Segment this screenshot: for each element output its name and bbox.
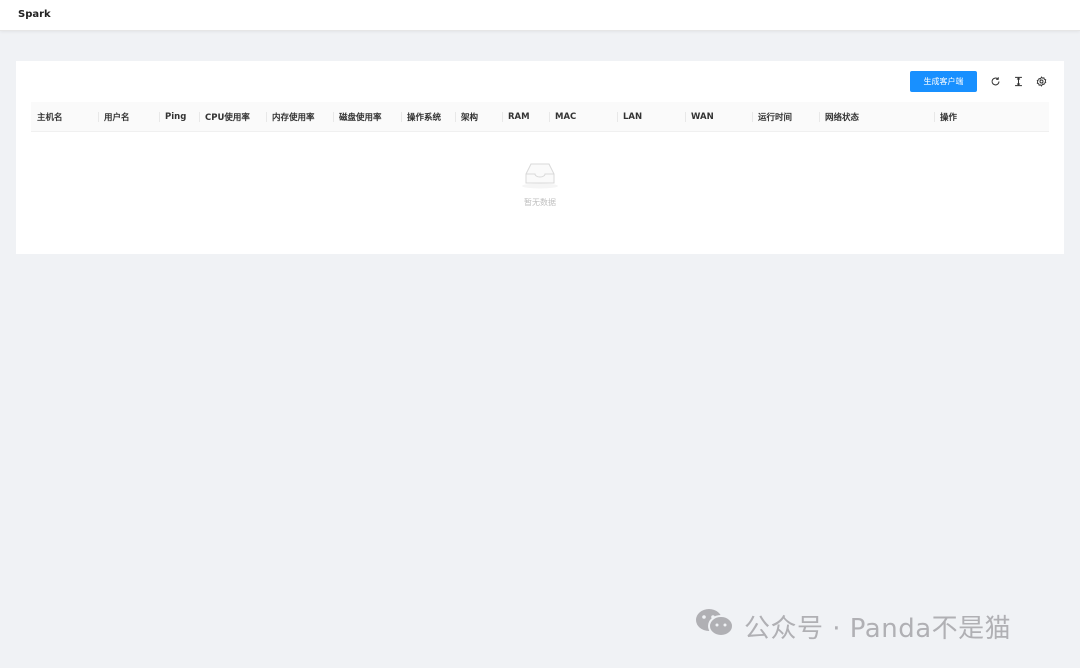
app-title: Spark	[18, 9, 51, 20]
top-bar: Spark	[0, 0, 1080, 31]
column-header[interactable]: MAC	[549, 102, 617, 132]
empty-state: 暂无数据	[16, 161, 1064, 208]
column-header[interactable]: 操作系统	[401, 102, 455, 132]
column-header[interactable]: 操作	[934, 102, 1049, 132]
column-header[interactable]: LAN	[617, 102, 685, 132]
column-header[interactable]: 内存使用率	[266, 102, 333, 132]
column-header[interactable]: 主机名	[31, 102, 98, 132]
watermark-text: 公众号 · Panda不是猫	[744, 614, 1012, 644]
column-header[interactable]: 网络状态	[819, 102, 934, 132]
table-header: 主机名 用户名 Ping CPU使用率 内存使用率 磁盘使用率 操作系统 架构 …	[31, 102, 1049, 132]
clients-card: 生成客户端 主机名 用户名 Ping CPU使用率 内存使用率 磁盘使用率 操作…	[16, 61, 1064, 254]
refresh-icon[interactable]	[988, 74, 1002, 88]
empty-inbox-icon	[520, 161, 560, 193]
column-header[interactable]: 架构	[455, 102, 502, 132]
wechat-icon	[694, 607, 744, 646]
column-header[interactable]: 用户名	[98, 102, 159, 132]
column-header[interactable]: Ping	[159, 102, 199, 132]
column-header[interactable]: CPU使用率	[199, 102, 266, 132]
column-header[interactable]: RAM	[502, 102, 549, 132]
column-height-icon[interactable]	[1011, 74, 1025, 88]
watermark: 公众号 · Panda不是猫	[694, 607, 1011, 646]
empty-text: 暂无数据	[524, 198, 556, 207]
column-header[interactable]: 磁盘使用率	[333, 102, 401, 132]
column-header[interactable]: WAN	[685, 102, 752, 132]
generate-client-button[interactable]: 生成客户端	[910, 71, 977, 92]
column-header[interactable]: 运行时间	[752, 102, 819, 132]
settings-icon[interactable]	[1034, 74, 1048, 88]
